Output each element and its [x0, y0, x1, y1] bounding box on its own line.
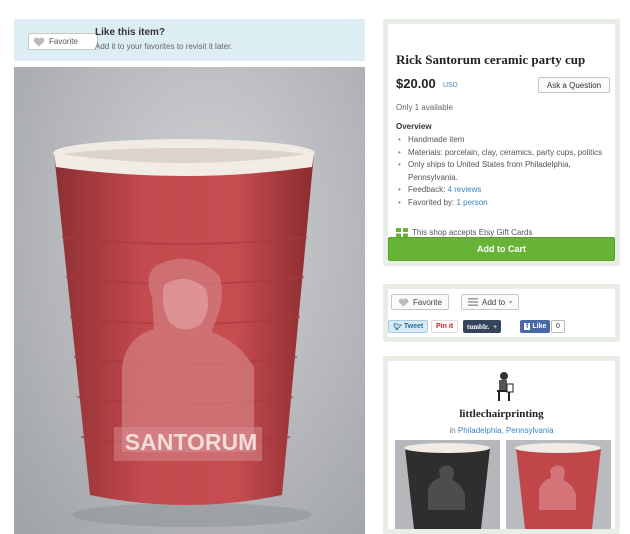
add-to-cart-button[interactable]: Add to Cart — [388, 237, 615, 261]
like-count: 0 — [551, 320, 565, 333]
social-panel: Favorite Add to ▾ 🐦︎ Tweet Pin it tumblr… — [383, 284, 620, 342]
listing-price: $20.00 — [396, 76, 436, 91]
reviews-link[interactable]: 4 reviews — [448, 185, 482, 194]
shop-item-thumbnail[interactable] — [395, 440, 500, 529]
shop-item-thumbnail[interactable] — [506, 440, 611, 529]
favorite-banner-subtitle: Add it to your favorites to revisit it l… — [95, 42, 233, 51]
tweet-label: Tweet — [403, 323, 424, 330]
favorited-label: Favorited by: — [408, 197, 457, 207]
gift-cards-note: This shop accepts Etsy Gift Cards — [396, 228, 533, 237]
favorited-link[interactable]: 1 person — [456, 198, 487, 207]
product-image[interactable]: SANTORUM — [14, 67, 365, 534]
favorite-button[interactable]: Favorite — [28, 33, 98, 50]
overview-item-feedback: Feedback: 4 reviews — [396, 184, 611, 197]
heart-icon — [33, 37, 45, 46]
favorite-banner: Favorite Like this item? Add it to your … — [14, 19, 365, 61]
facebook-like-button[interactable]: f Like — [520, 320, 551, 333]
facebook-icon: f — [524, 323, 531, 330]
availability-text: Only 1 available — [396, 103, 453, 112]
list-icon — [468, 298, 478, 306]
shop-location-link[interactable]: Philadelphia, Pennsylvania — [458, 426, 554, 435]
black-cup-image — [395, 440, 500, 529]
feedback-label: Feedback: — [408, 185, 448, 194]
heart-icon — [398, 297, 409, 307]
red-cup-image — [506, 440, 611, 529]
overview-list: Handmade item Materials: porcelain, clay… — [396, 134, 611, 209]
currency-code[interactable]: USD — [443, 82, 458, 89]
shop-panel: littlechairprinting in Philadelphia, Pen… — [383, 356, 620, 534]
plus-icon: + — [493, 322, 498, 331]
ask-question-button[interactable]: Ask a Question — [538, 77, 610, 93]
add-to-list-button[interactable]: Add to ▾ — [461, 294, 520, 310]
shop-avatar-icon[interactable] — [493, 370, 515, 402]
ceramic-cup-image — [53, 139, 315, 527]
chevron-down-icon: ▾ — [509, 299, 513, 306]
tumblr-label: tumblr. — [467, 322, 490, 331]
shop-name[interactable]: littlechairprinting — [383, 408, 620, 420]
shop-location: in Philadelphia, Pennsylvania — [383, 426, 620, 435]
cup-text: SANTORUM — [124, 429, 258, 455]
listing-title: Rick Santorum ceramic party cup — [396, 52, 586, 67]
gift-card-icon — [396, 228, 408, 237]
overview-item: Materials: porcelain, clay, ceramics, pa… — [396, 147, 611, 160]
overview-item-favorited: Favorited by: 1 person — [396, 197, 611, 210]
overview-item: Handmade item — [396, 134, 611, 147]
favorite-banner-title: Like this item? — [95, 27, 166, 38]
favorite-item-button[interactable]: Favorite — [391, 294, 449, 310]
favorite-button-label: Favorite — [49, 37, 78, 46]
listing-panel: Rick Santorum ceramic party cup $20.00 U… — [383, 19, 620, 266]
twitter-bird-icon: 🐦︎ — [393, 323, 402, 331]
favorite-item-label: Favorite — [413, 297, 442, 307]
overview-item: Only ships to United States from Philade… — [396, 159, 611, 184]
tumblr-button[interactable]: tumblr. + — [463, 320, 502, 333]
add-to-label: Add to — [482, 297, 506, 307]
tweet-button[interactable]: 🐦︎ Tweet — [388, 320, 429, 333]
overview-heading: Overview — [396, 122, 432, 131]
gift-cards-text: This shop accepts Etsy Gift Cards — [412, 228, 533, 237]
pinit-button[interactable]: Pin it — [431, 320, 459, 333]
shop-location-prefix: in — [449, 426, 458, 435]
like-label: Like — [532, 323, 547, 330]
